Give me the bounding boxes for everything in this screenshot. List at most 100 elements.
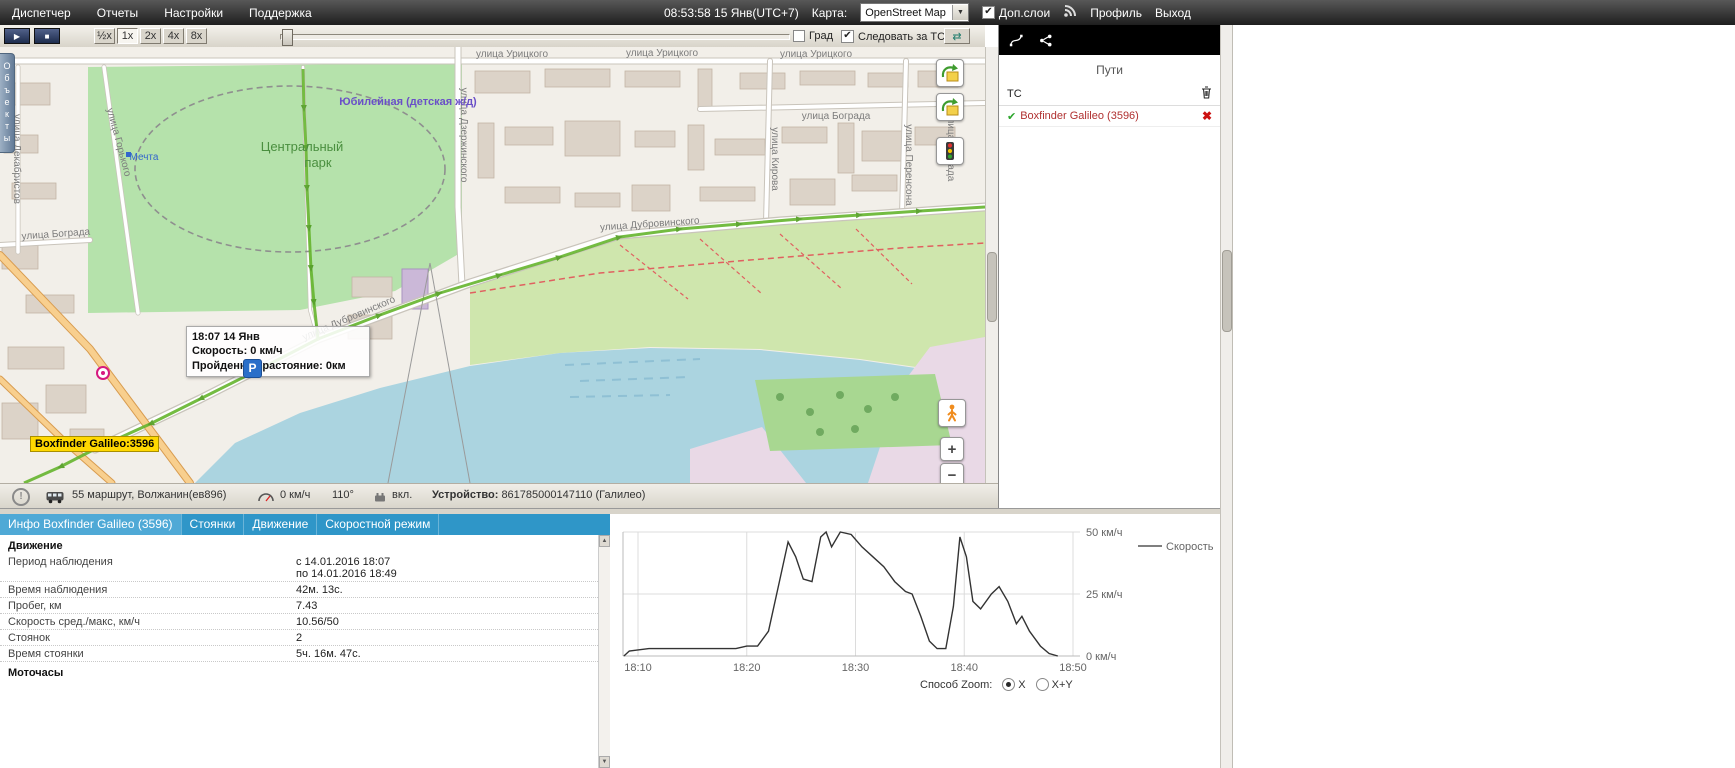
map-canvas[interactable]: улица Урицкогоулица Урицкогоулица Урицко… (0, 47, 985, 483)
grad-toggle[interactable]: ✔ Град (793, 30, 833, 42)
delete-all-icon[interactable] (1201, 86, 1212, 102)
graph-nodes-icon (1039, 32, 1053, 49)
parking-icon: P (243, 359, 262, 378)
info-row-value: 5ч. 16м. 47с. (296, 648, 590, 660)
geozone-layer-button[interactable] (936, 93, 964, 121)
vehicle-map-label[interactable]: Boxfinder Galileo:3596 (30, 436, 159, 452)
map-select[interactable]: OpenStreet Map ▼ (860, 3, 969, 22)
app-window: Диспетчер Отчеты Настройки Поддержка 08:53:… (0, 0, 1735, 768)
track-remove-icon[interactable]: ✖ (1202, 109, 1212, 123)
island-green (755, 374, 952, 451)
zoom-in-button[interactable]: + (940, 437, 964, 461)
menu-item[interactable]: Поддержка (249, 6, 312, 20)
zoom-mode-option[interactable]: X (1002, 678, 1025, 691)
zoom-mode-radio[interactable] (1002, 678, 1015, 691)
legend-label: Скорость (1166, 541, 1214, 553)
map-label: Юбилейная (детская ж/д) (339, 96, 477, 108)
extra-layers-toggle[interactable]: ✔ Доп.слои (982, 6, 1050, 20)
y-tick-label: 50 км/ч (1086, 527, 1122, 539)
pedestrian-mode-button[interactable] (938, 399, 966, 427)
vehicle-info-table: ДвижениеПериод наблюденияс 14.01.2016 18… (0, 535, 598, 768)
tooltip-distance: Пройденное растояние: 0км (192, 359, 364, 373)
speed-button[interactable]: 4x (163, 28, 184, 44)
menu-item[interactable]: Диспетчер (12, 6, 71, 20)
empty-right-region (1232, 25, 1735, 768)
route-icon (1009, 32, 1023, 49)
zoom-out-button[interactable]: − (940, 463, 964, 483)
info-section-title: Моточасы (0, 662, 598, 681)
green-arrow-sheet-icon (940, 97, 960, 117)
follow-checkbox[interactable]: ✔ (841, 30, 854, 43)
track-visible-icon[interactable]: ✔ (1007, 110, 1016, 123)
pan-mode-button[interactable]: ⇄ (944, 28, 970, 44)
speed-button[interactable]: 8x (186, 28, 207, 44)
menu-item[interactable]: Отчеты (97, 6, 138, 20)
speed-button[interactable]: 1x (117, 28, 138, 44)
device-info: Устройство: 861785000147110 (Галилео) (432, 489, 645, 501)
map-label: парк (304, 155, 331, 170)
grad-checkbox[interactable]: ✔ (793, 30, 805, 42)
device-value: 861785000147110 (Галилео) (501, 489, 645, 501)
zoom-mode-option-label: X (1018, 679, 1025, 691)
x-tick-label: 18:10 (624, 662, 652, 674)
playback-slider[interactable] (280, 34, 790, 40)
map-select-value: OpenStreet Map (865, 7, 946, 19)
map-viewport[interactable]: улица Урицкогоулица Урицкогоулица Урицко… (0, 47, 985, 483)
tab-2[interactable]: Движение (244, 514, 317, 535)
extra-layers-label: Доп.слои (999, 6, 1050, 20)
zoom-mode-option[interactable]: X+Y (1036, 678, 1073, 691)
scroll-up-icon[interactable]: ▲ (599, 535, 610, 547)
right-scrollbar-thumb[interactable] (1222, 250, 1232, 332)
speedometer-icon (258, 492, 274, 505)
bottom-panel: Инфо Boxfinder Galileo (3596)СтоянкиДвиж… (0, 508, 1220, 768)
objects-panel-tab[interactable]: Объекты (0, 53, 15, 153)
speed-button[interactable]: 2x (140, 28, 161, 44)
zoom-mode-option-label: X+Y (1052, 679, 1073, 691)
sidebar-group-row: ТС (999, 83, 1220, 106)
info-tabs: Инфо Boxfinder Galileo (3596)СтоянкиДвиж… (0, 514, 610, 535)
track-item-label: Boxfinder Galileo (3596) (1020, 110, 1202, 122)
info-row: Скорость сред./макс, км/ч10.56/50 (0, 614, 598, 630)
route-layer-button[interactable] (936, 59, 964, 87)
menu-item[interactable]: Настройки (164, 6, 223, 20)
info-row: Время стоянки5ч. 16м. 47с. (0, 646, 598, 662)
extra-layers-checkbox[interactable]: ✔ (982, 6, 995, 19)
map-label: Мечта (130, 152, 159, 163)
routes-panel-button[interactable] (1003, 28, 1029, 52)
speed-chart-panel: 18:1018:2018:3018:4018:500 км/ч25 км/ч50… (610, 514, 1220, 768)
info-row: Период наблюденияс 14.01.2016 18:07по 14… (0, 554, 598, 582)
traffic-layer-button[interactable] (936, 137, 964, 165)
bus-icon (46, 491, 64, 507)
info-row-label: Стоянок (8, 632, 296, 644)
scroll-down-icon[interactable]: ▼ (599, 756, 610, 768)
speed-button[interactable]: ½x (94, 28, 115, 44)
tracks-panel-button[interactable] (1033, 28, 1059, 52)
play-button[interactable]: ▶ (4, 28, 30, 44)
info-icon[interactable]: ! (12, 488, 30, 506)
info-row-label: Время наблюдения (8, 584, 296, 596)
tracks-sidebar: Пути ТС ✔ Boxfinder Galileo (3596)✖ (998, 25, 1220, 508)
topbar-right-cluster: 08:53:58 15 Янв(UTC+7) Карта: OpenStreet… (664, 0, 1191, 25)
sidebar-title: Пути (999, 55, 1220, 83)
map-scrollbar-thumb[interactable] (987, 252, 997, 322)
tab-1[interactable]: Стоянки (182, 514, 245, 535)
tab-0[interactable]: Инфо Boxfinder Galileo (3596) (0, 514, 182, 535)
sidebar-track-item[interactable]: ✔ Boxfinder Galileo (3596)✖ (999, 106, 1220, 127)
follow-label: Следовать за ТС (858, 31, 945, 43)
follow-toggle[interactable]: ✔ Следовать за ТС (841, 30, 945, 43)
logout-link[interactable]: Выход (1155, 6, 1191, 20)
speed-chart[interactable]: 18:1018:2018:3018:4018:500 км/ч25 км/ч50… (610, 520, 1220, 676)
info-scrollbar[interactable]: ▲ ▼ (598, 535, 610, 768)
tab-3[interactable]: Скоростной режим (317, 514, 439, 535)
playback-slider-handle[interactable] (282, 29, 293, 46)
stop-button[interactable]: ■ (34, 28, 60, 44)
profile-link[interactable]: Профиль (1090, 6, 1142, 20)
map-label: улица Бограда (802, 111, 871, 122)
ignition-icon (374, 492, 386, 505)
current-speed: 0 км/ч (280, 489, 310, 501)
vehicle-status-bar: ! 55 маршрут, Волжанин(ев896) 0 км/ч 110… (0, 483, 998, 509)
rss-icon[interactable] (1063, 4, 1077, 21)
group-label: ТС (1007, 88, 1022, 100)
pedestrian-icon (945, 404, 959, 422)
zoom-mode-radio[interactable] (1036, 678, 1049, 691)
